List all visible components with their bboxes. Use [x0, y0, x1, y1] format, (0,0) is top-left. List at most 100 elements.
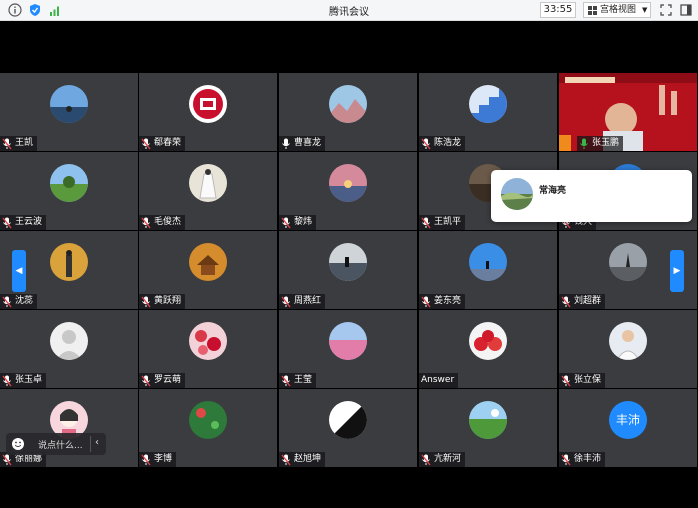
participant-nametag: 郗春荣 [139, 136, 186, 151]
view-mode-button[interactable]: 宫格视图 ▼ [583, 2, 651, 18]
participant-tile[interactable]: 黄跃翔 [139, 231, 277, 309]
popup-name: 常海亮 [539, 186, 567, 196]
chevron-down-icon: ▼ [642, 6, 648, 14]
grid-view-icon [588, 6, 597, 15]
next-page-button[interactable]: ▶ [670, 250, 684, 292]
participant-tile[interactable]: 丰沛徐丰沛 [559, 389, 697, 467]
participant-tile[interactable]: 王凯 [0, 73, 138, 151]
participant-tile[interactable]: 张玉鹏 [559, 73, 697, 151]
avatar [50, 85, 88, 123]
avatar [329, 243, 367, 281]
mic-muted-icon [421, 454, 431, 466]
participant-nametag: 王凯平 [419, 215, 466, 230]
participant-tile[interactable]: 周燕红 [279, 231, 417, 309]
mic-muted-icon [421, 296, 431, 308]
prev-page-button[interactable]: ◀ [12, 250, 26, 292]
avatar [50, 164, 88, 202]
view-mode-label: 宫格视图 [600, 5, 637, 15]
participant-name: 张玉鹏 [592, 138, 620, 148]
participant-nametag: 徐丰沛 [559, 452, 606, 467]
participant-nametag: 张立保 [559, 373, 606, 388]
participant-nametag: 张玉卓 [0, 373, 47, 388]
participant-nametag: 张玉鹏 [577, 136, 624, 151]
avatar [609, 322, 647, 360]
participant-tile[interactable]: 王云波 [0, 152, 138, 230]
participant-name: 刘超群 [574, 296, 602, 306]
participant-tile[interactable]: 徐丽娜 [0, 389, 138, 467]
participant-nametag: 王凯 [0, 136, 38, 151]
participant-tile[interactable]: 姜东亮 [419, 231, 557, 309]
participant-tile[interactable]: 李博 [139, 389, 277, 467]
participant-name: Answer [421, 375, 455, 385]
chevron-left-icon: ◀ [15, 266, 23, 276]
participant-nametag: Answer [419, 373, 459, 388]
participant-name: 张玉卓 [15, 375, 43, 385]
participant-tile[interactable]: Answer [419, 310, 557, 388]
avatar [329, 322, 367, 360]
participant-tile[interactable]: 赵旭坤 [279, 389, 417, 467]
avatar [329, 401, 367, 439]
mic-muted-icon [2, 296, 12, 308]
chat-input-bar[interactable]: 说点什么... ‹ [6, 433, 106, 455]
collapse-chevron-icon[interactable]: ‹ [95, 437, 99, 448]
meeting-timer: 33:55 [540, 2, 576, 18]
mic-muted-icon [141, 217, 151, 229]
participant-name: 赵旭坤 [294, 454, 322, 464]
participant-name: 罗云萌 [154, 375, 182, 385]
participant-nametag: 周燕红 [279, 294, 326, 309]
participant-grid: 王凯 郗春荣 曹喜龙 陈浩龙 张玉鹏 王云波 毛俊杰 黎炜 王凯平 钱大 沈蕊 黄跃翔 周燕红 姜东亮 刘超… [0, 73, 698, 469]
participant-name: 王莹 [294, 375, 313, 385]
participant-tile[interactable]: 张立保 [559, 310, 697, 388]
participant-nametag: 黎炜 [279, 215, 317, 230]
mic-muted-icon [281, 375, 291, 387]
mic-muted-icon [561, 375, 571, 387]
participant-nametag: 姜东亮 [419, 294, 466, 309]
sidebar-toggle-icon[interactable] [679, 3, 693, 17]
participant-tile[interactable]: 郗春荣 [139, 73, 277, 151]
participant-name: 张立保 [574, 375, 602, 385]
participant-tile[interactable]: 罗云萌 [139, 310, 277, 388]
participant-name: 周燕红 [294, 296, 322, 306]
participant-name: 陈浩龙 [434, 138, 462, 148]
participant-tile[interactable]: 亢新河 [419, 389, 557, 467]
mic-muted-icon [2, 375, 12, 387]
participant-tile[interactable]: 黎炜 [279, 152, 417, 230]
participant-nametag: 李博 [139, 452, 177, 467]
emoji-icon[interactable] [11, 437, 25, 451]
participant-tile[interactable]: 王莹 [279, 310, 417, 388]
participant-nametag: 赵旭坤 [279, 452, 326, 467]
avatar-initials: 丰沛 [615, 413, 640, 427]
mic-muted-icon [2, 217, 12, 229]
chat-placeholder[interactable]: 说点什么... [38, 438, 83, 451]
participant-tile[interactable]: 陈浩龙 [419, 73, 557, 151]
avatar [189, 85, 227, 123]
mic-muted-icon [141, 375, 151, 387]
participant-tile[interactable]: 曹喜龙 [279, 73, 417, 151]
participant-nametag: 亢新河 [419, 452, 466, 467]
participant-nametag: 毛俊杰 [139, 215, 186, 230]
fullscreen-icon[interactable] [659, 3, 673, 17]
participant-nametag: 陈浩龙 [419, 136, 466, 151]
participant-popup[interactable]: 常海亮 [491, 170, 692, 222]
participant-name: 黎炜 [294, 217, 313, 227]
participant-tile[interactable]: 毛俊杰 [139, 152, 277, 230]
mic-muted-icon [141, 454, 151, 466]
participant-nametag: 王云波 [0, 215, 47, 230]
title-bar: 腾讯会议 33:55 宫格视图 ▼ [0, 0, 698, 21]
avatar [609, 243, 647, 281]
participant-nametag: 曹喜龙 [279, 136, 326, 151]
participant-name: 姜东亮 [434, 296, 462, 306]
participant-tile[interactable]: 张玉卓 [0, 310, 138, 388]
participant-nametag: 王莹 [279, 373, 317, 388]
mic-muted-icon [141, 296, 151, 308]
participant-name: 王云波 [15, 217, 43, 227]
mic-muted-icon [421, 138, 431, 150]
mic-muted-icon [281, 454, 291, 466]
participant-nametag: 沈蕊 [0, 294, 38, 309]
participant-name: 毛俊杰 [154, 217, 182, 227]
mic-muted-icon [281, 217, 291, 229]
avatar [329, 85, 367, 123]
mic-icon [579, 138, 589, 150]
participant-name: 黄跃翔 [154, 296, 182, 306]
mic-muted-icon [141, 138, 151, 150]
